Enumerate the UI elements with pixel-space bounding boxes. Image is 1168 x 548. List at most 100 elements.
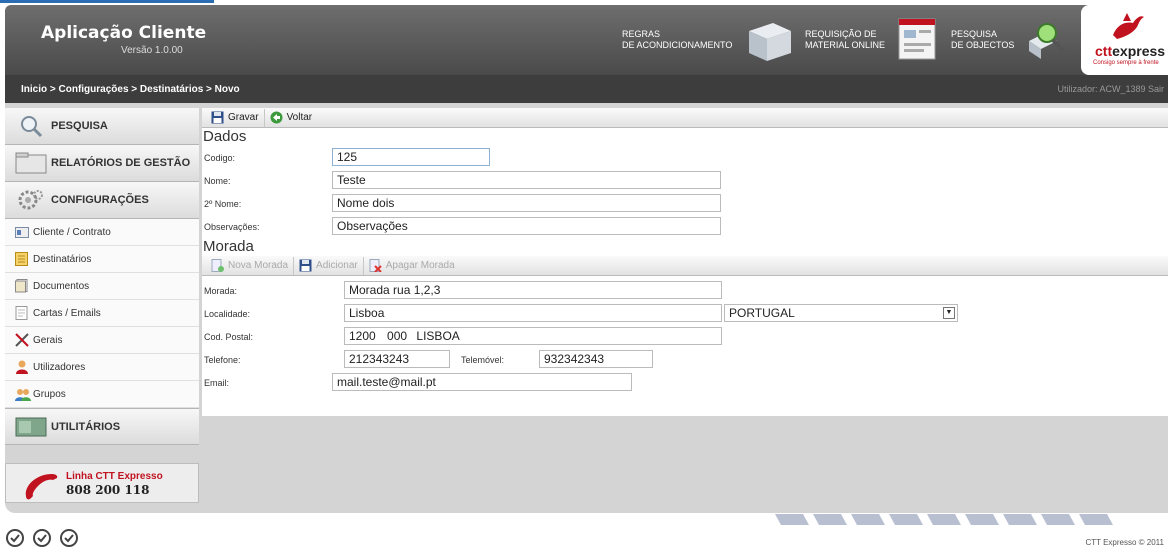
- hotline-number: 808 200 118: [66, 483, 150, 497]
- morada-input[interactable]: Morada rua 1,2,3: [344, 281, 722, 299]
- country-select[interactable]: PORTUGAL ▼: [724, 304, 958, 322]
- add-address-label: Adicionar: [316, 260, 358, 271]
- sidebar-item-label: Documentos: [33, 280, 90, 292]
- nav-section-label: PESQUISA: [51, 120, 108, 132]
- nav-section-label: RELATÓRIOS DE GESTÃO: [51, 157, 191, 169]
- localidade-input[interactable]: Lisboa: [344, 304, 722, 322]
- magnifier-package-icon[interactable]: [1023, 21, 1069, 61]
- user-icon: [15, 360, 33, 374]
- cod-postal-label: Cod. Postal:: [204, 332, 254, 342]
- telefone-row: Telefone: 212343243 Telemóvel: 932342343: [202, 348, 1168, 371]
- utilities-icon: [11, 416, 51, 438]
- app-title: Aplicação Cliente: [41, 23, 207, 43]
- sidebar-item-destinatarios[interactable]: Destinatários: [5, 246, 199, 273]
- cod-postal-city: LISBOA: [416, 329, 460, 343]
- accessibility-badge-icon[interactable]: [59, 528, 79, 548]
- nome2-input[interactable]: Nome dois: [332, 194, 721, 212]
- codigo-row: Codigo: 125: [202, 146, 1168, 169]
- decorative-stripes: [775, 514, 1113, 525]
- new-address-label: Nova Morada: [228, 260, 289, 271]
- group-icon: [15, 388, 33, 401]
- top-link-bar[interactable]: [0, 0, 214, 3]
- observacoes-input[interactable]: Observações: [332, 217, 721, 235]
- nav-section-utilitarios[interactable]: UTILITÁRIOS: [5, 408, 199, 445]
- id-card-icon: [15, 226, 33, 238]
- floppy-icon: [211, 111, 224, 124]
- accessibility-badge-icon[interactable]: [5, 528, 25, 548]
- morada-toolbar: Nova Morada Adicionar Apagar Morada: [202, 256, 1168, 276]
- telemovel-input[interactable]: 932342343: [539, 350, 653, 368]
- gears-icon: [11, 188, 51, 212]
- sidebar-item-cliente-contrato[interactable]: Cliente / Contrato: [5, 219, 199, 246]
- save-button[interactable]: Gravar: [206, 108, 265, 127]
- form-icon[interactable]: [897, 17, 939, 63]
- material-request-link[interactable]: REQUISIÇÃO DE MATERIAL ONLINE: [805, 29, 885, 51]
- user-info[interactable]: Utilizador: ACW_1389 Sair: [1057, 84, 1164, 94]
- morada-row: Morada: Morada rua 1,2,3: [202, 279, 1168, 302]
- nome-label: Nome:: [204, 176, 231, 186]
- telemovel-label: Telemóvel:: [461, 355, 505, 365]
- sidebar-item-utilizadores[interactable]: Utilizadores: [5, 354, 199, 381]
- sidebar-item-cartas-emails[interactable]: Cartas / Emails: [5, 300, 199, 327]
- nome-row: Nome: Teste: [202, 169, 1168, 192]
- sidebar-item-label: Grupos: [33, 388, 66, 400]
- horse-rider-icon: [1113, 13, 1144, 39]
- address-book-icon: [15, 252, 33, 266]
- new-document-icon: [211, 259, 224, 272]
- footer-badges: [5, 528, 79, 548]
- ctt-express-logo[interactable]: cttexpress Consigo sempre à frente: [1081, 5, 1168, 75]
- box-icon[interactable]: [745, 19, 795, 63]
- object-search-link[interactable]: PESQUISA DE OBJECTOS: [951, 29, 1014, 51]
- localidade-label: Localidade:: [204, 309, 251, 319]
- logo-text-express: express: [1112, 43, 1166, 59]
- link-line2: DE ACONDICIONAMENTO: [622, 40, 733, 50]
- breadcrumb[interactable]: Inicio > Configurações > Destinatários >…: [21, 84, 240, 95]
- link-line2: MATERIAL ONLINE: [805, 40, 886, 50]
- sidebar-item-label: Destinatários: [33, 253, 92, 265]
- nav-section-configuracoes[interactable]: CONFIGURAÇÕES: [5, 182, 199, 219]
- link-line1: PESQUISA: [951, 29, 998, 39]
- sidebar-item-documentos[interactable]: Documentos: [5, 273, 199, 300]
- email-row: Email: mail.teste@mail.pt: [202, 371, 1168, 394]
- app-header: Aplicação Cliente Versão 1.0.00 REGRAS D…: [5, 5, 1168, 75]
- sidebar-item-label: Gerais: [33, 334, 63, 346]
- packaging-rules-link[interactable]: REGRAS DE ACONDICIONAMENTO: [622, 29, 732, 51]
- telefone-input[interactable]: 212343243: [344, 350, 450, 368]
- morada-section-title: Morada: [203, 238, 254, 255]
- delete-address-button[interactable]: Apagar Morada: [364, 257, 460, 275]
- codigo-input[interactable]: 125: [332, 148, 490, 166]
- tools-icon: [15, 333, 33, 347]
- localidade-row: Localidade: Lisboa PORTUGAL ▼: [202, 302, 1168, 325]
- copyright: CTT Expresso © 2011: [1085, 538, 1164, 547]
- morada-label: Morada:: [204, 286, 238, 296]
- delete-document-icon: [369, 259, 382, 272]
- chevron-down-icon[interactable]: ▼: [943, 307, 955, 319]
- cod-postal-3digits[interactable]: 000: [387, 329, 407, 343]
- hotline-title: Linha CTT Expresso: [66, 471, 163, 482]
- link-line1: REGRAS: [622, 29, 661, 39]
- hotline-banner[interactable]: Linha CTT Expresso 808 200 118: [5, 463, 199, 503]
- logo-text-ctt: ctt: [1095, 43, 1113, 59]
- save-button-label: Gravar: [228, 112, 259, 123]
- sidebar-item-label: Cartas / Emails: [33, 307, 101, 319]
- back-button[interactable]: Voltar: [265, 109, 318, 127]
- cod-postal-input[interactable]: 1200 000 LISBOA: [344, 327, 722, 345]
- email-input[interactable]: mail.teste@mail.pt: [332, 373, 632, 391]
- accessibility-badge-icon[interactable]: [32, 528, 52, 548]
- codigo-label: Codigo:: [204, 153, 236, 163]
- app-version: Versão 1.0.00: [121, 45, 183, 56]
- add-address-button[interactable]: Adicionar: [294, 256, 364, 275]
- cod-postal-4digits[interactable]: 1200: [349, 329, 376, 343]
- main-panel: Gravar Voltar Dados Codigo: 125 Nome: Te…: [202, 108, 1168, 416]
- sidebar-item-grupos[interactable]: Grupos: [5, 381, 199, 408]
- cod-postal-row: Cod. Postal: 1200 000 LISBOA: [202, 325, 1168, 348]
- nome-input[interactable]: Teste: [332, 171, 721, 189]
- main-toolbar: Gravar Voltar: [202, 108, 1168, 128]
- link-line1: REQUISIÇÃO DE: [805, 29, 877, 39]
- nav-section-pesquisa[interactable]: PESQUISA: [5, 108, 199, 145]
- email-label: Email:: [204, 378, 230, 388]
- new-address-button[interactable]: Nova Morada: [206, 256, 295, 275]
- sidebar-item-gerais[interactable]: Gerais: [5, 327, 199, 354]
- nome2-label: 2º Nome:: [204, 199, 242, 209]
- nav-section-relatorios[interactable]: RELATÓRIOS DE GESTÃO: [5, 145, 199, 182]
